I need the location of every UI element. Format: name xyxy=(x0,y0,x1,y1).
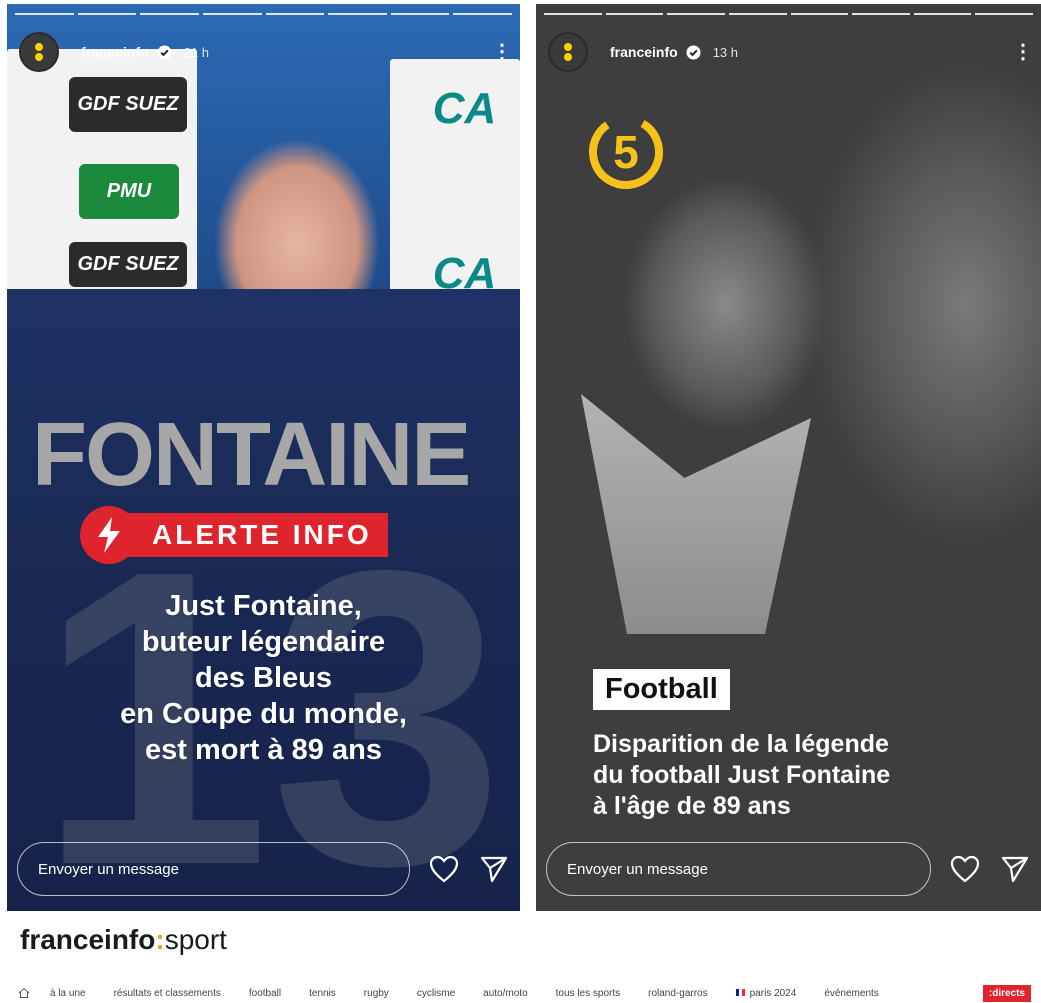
nav-item-resultats[interactable]: résultats et classements xyxy=(114,988,221,999)
sponsor-logo: GDF SUEZ xyxy=(69,242,187,287)
verified-icon xyxy=(157,44,172,60)
headline-line: à l'âge de 89 ans xyxy=(593,792,791,820)
account-name[interactable]: franceinfo xyxy=(610,44,678,60)
alert-banner: ALERTE INFO xyxy=(80,506,388,564)
logo-main: franceinfo xyxy=(20,924,156,955)
nav-label: paris 2024 xyxy=(749,987,797,999)
jersey-name: FONTAINE xyxy=(32,405,471,505)
story-progress xyxy=(544,13,1033,15)
headline-line: Just Fontaine, xyxy=(165,590,362,622)
story-headline: Just Fontaine, buteur légendaire des Ble… xyxy=(7,588,520,768)
story-footer xyxy=(17,841,510,897)
story-progress xyxy=(15,13,512,15)
headline-line: buteur légendaire xyxy=(141,626,386,658)
story-header: franceinfo 21 h ⋮ xyxy=(19,32,512,72)
nav-item-football[interactable]: football xyxy=(249,988,281,999)
story-header: franceinfo 13 h ⋮ xyxy=(548,32,1033,72)
story-headline: Disparition de la légende du football Ju… xyxy=(593,729,890,822)
message-input[interactable] xyxy=(36,859,409,879)
directs-button[interactable]: :directs xyxy=(982,984,1031,1002)
story-footer xyxy=(546,841,1031,897)
nav-item-rugby[interactable]: rugby xyxy=(364,988,389,999)
headline-line: est mort à 89 ans xyxy=(145,734,382,766)
sponsor-logo: GDF SUEZ xyxy=(69,77,187,132)
send-icon[interactable] xyxy=(478,853,510,885)
post-time: 13 h xyxy=(712,44,738,60)
nav-item-a-la-une[interactable]: à la une xyxy=(50,988,86,999)
headline-line: du football Just Fontaine xyxy=(593,761,891,789)
site-nav: à la une résultats et classements footba… xyxy=(18,983,1031,1003)
more-icon[interactable]: ⋮ xyxy=(492,42,512,62)
category-tag: Football xyxy=(593,669,730,710)
nav-item-paris-2024[interactable]: paris 2024 xyxy=(735,987,797,999)
sponsor-logo: CA xyxy=(432,84,497,133)
headline-line: des Bleus xyxy=(195,662,332,694)
more-icon[interactable]: ⋮ xyxy=(1013,42,1033,62)
alert-label: ALERTE INFO xyxy=(126,513,388,557)
story-alert[interactable]: GDF SUEZ PMU GDF SUEZ CA CA 13 FONTAINE … xyxy=(7,4,520,911)
logo-sub: sport xyxy=(164,924,227,955)
message-input[interactable] xyxy=(565,859,930,879)
headline-line: Disparition de la légende xyxy=(593,730,889,758)
sponsor-logo: PMU xyxy=(79,164,179,219)
account-name[interactable]: franceinfo xyxy=(81,44,149,60)
nav-item-auto-moto[interactable]: auto/moto xyxy=(483,988,527,999)
site-logo[interactable]: franceinfo:sport xyxy=(20,924,227,956)
nav-item-cyclisme[interactable]: cyclisme xyxy=(417,988,455,999)
story-news[interactable]: franceinfo 13 h ⋮ 5 Football Disparition… xyxy=(536,4,1041,911)
send-icon[interactable] xyxy=(999,853,1031,885)
account-avatar[interactable] xyxy=(19,32,59,72)
channel-number: 5 xyxy=(613,126,639,178)
nav-item-tennis[interactable]: tennis xyxy=(309,988,336,999)
home-icon[interactable] xyxy=(18,987,30,999)
lightning-icon xyxy=(80,506,138,564)
nav-item-evenements[interactable]: événements xyxy=(824,988,878,999)
nav-item-roland-garros[interactable]: roland-garros xyxy=(648,988,707,999)
account-avatar[interactable] xyxy=(548,32,588,72)
message-field[interactable] xyxy=(17,842,410,896)
logo-separator: : xyxy=(155,924,165,955)
heart-icon[interactable] xyxy=(949,853,981,885)
verified-icon xyxy=(686,44,701,60)
france-flag-icon xyxy=(735,989,745,997)
nav-item-tous-les-sports[interactable]: tous les sports xyxy=(556,988,620,999)
headline-line: en Coupe du monde, xyxy=(120,698,407,730)
post-time: 21 h xyxy=(183,44,209,60)
message-field[interactable] xyxy=(546,842,931,896)
heart-icon[interactable] xyxy=(428,853,460,885)
